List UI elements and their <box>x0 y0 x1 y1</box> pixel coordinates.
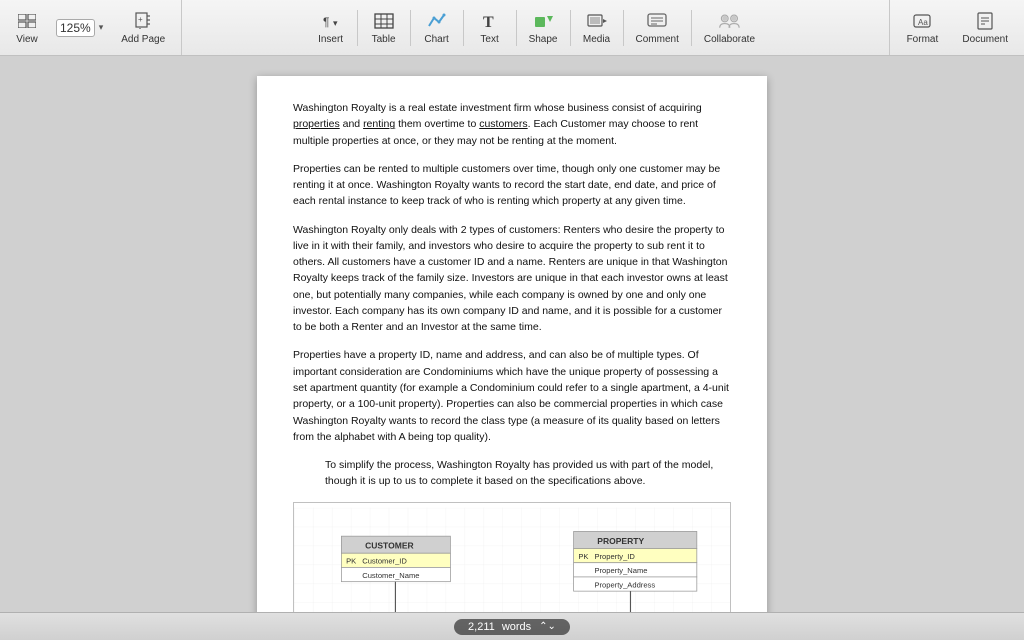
view-label: View <box>16 34 38 45</box>
er-diagram: CUSTOMER PK Customer_ID Customer_Name PR… <box>293 502 731 612</box>
shape-button[interactable]: Shape <box>521 6 566 49</box>
svg-text:+: + <box>138 15 143 24</box>
zoom-value[interactable]: 125% <box>56 19 95 37</box>
sep6 <box>623 10 624 46</box>
add-page-button[interactable]: + Add Page <box>113 6 173 49</box>
document-label: Document <box>962 34 1008 45</box>
paragraph-1: Washington Royalty is a real estate inve… <box>293 100 731 149</box>
property-name-field: Property_Name <box>594 566 647 575</box>
toolbar-right-section: Aa Format Document <box>889 0 1024 55</box>
view-button[interactable]: View <box>8 6 46 49</box>
toolbar: View 125% ▾ + Add Page <box>0 0 1024 56</box>
sep2 <box>410 10 411 46</box>
sep3 <box>463 10 464 46</box>
collaborate-icon <box>718 10 740 32</box>
chart-label: Chart <box>424 34 448 45</box>
sep7 <box>691 10 692 46</box>
customer-table-title: CUSTOMER <box>365 540 414 550</box>
add-page-icon: + <box>132 10 154 32</box>
document-button[interactable]: Document <box>954 6 1016 49</box>
insert-button[interactable]: ¶ ▾ Insert <box>309 6 353 49</box>
paragraph-5: To simplify the process, Washington Roya… <box>293 457 731 490</box>
property-id-field: Property_ID <box>594 551 635 560</box>
document-icon <box>974 10 996 32</box>
comment-icon <box>646 10 668 32</box>
format-button[interactable]: Aa Format <box>898 6 946 49</box>
collaborate-button[interactable]: Collaborate <box>696 6 763 49</box>
insert-icon: ¶ ▾ <box>320 10 342 32</box>
text-icon: T <box>479 10 501 32</box>
svg-text:T: T <box>483 14 494 30</box>
zoom-dropdown-icon[interactable]: ▾ <box>99 22 104 33</box>
sep4 <box>516 10 517 46</box>
view-icon <box>16 10 38 32</box>
customers-link: customers <box>479 118 527 130</box>
page: Washington Royalty is a real estate inve… <box>257 76 767 612</box>
status-bar: 2,211 words ⌃⌄ <box>0 612 1024 640</box>
collaborate-label: Collaborate <box>704 34 755 45</box>
paragraph-4: Properties have a property ID, name and … <box>293 347 731 445</box>
text-button[interactable]: T Text <box>468 6 512 49</box>
properties-link: properties <box>293 118 340 130</box>
table-label: Table <box>372 34 396 45</box>
word-count-value: 2,211 words <box>468 621 531 633</box>
sep5 <box>570 10 571 46</box>
property-pk-label: PK <box>578 551 588 560</box>
chart-icon <box>426 10 448 32</box>
zoom-control[interactable]: 125% ▾ <box>50 19 109 37</box>
property-table-title: PROPERTY <box>597 535 644 545</box>
add-page-label: Add Page <box>121 34 165 45</box>
table-icon <box>373 10 395 32</box>
property-address-field: Property_Address <box>594 580 655 589</box>
customer-id-field: Customer_ID <box>362 556 407 565</box>
media-icon <box>586 10 608 32</box>
chart-button[interactable]: Chart <box>415 6 459 49</box>
word-count-pill: 2,211 words ⌃⌄ <box>454 619 570 635</box>
toolbar-left-section: View 125% ▾ + Add Page <box>0 0 182 55</box>
sep1 <box>357 10 358 46</box>
word-count-label: words <box>502 621 531 633</box>
comment-button[interactable]: Comment <box>628 6 687 49</box>
comment-label: Comment <box>636 34 679 45</box>
paragraph-2: Properties can be rented to multiple cus… <box>293 161 731 210</box>
renting-link: renting <box>363 118 395 130</box>
shape-label: Shape <box>529 34 558 45</box>
paragraph-3: Washington Royalty only deals with 2 typ… <box>293 222 731 336</box>
svg-text:¶: ¶ <box>323 15 329 29</box>
toolbar-center-section: ¶ ▾ Insert Table <box>182 0 889 55</box>
insert-label: Insert <box>318 34 343 45</box>
word-count-chevrons[interactable]: ⌃⌄ <box>539 621 556 632</box>
format-label: Format <box>907 34 939 45</box>
customer-name-field: Customer_Name <box>362 570 419 579</box>
media-button[interactable]: Media <box>575 6 619 49</box>
table-button[interactable]: Table <box>362 6 406 49</box>
media-label: Media <box>583 34 610 45</box>
svg-text:▾: ▾ <box>333 18 338 28</box>
shape-icon <box>532 10 554 32</box>
svg-text:Aa: Aa <box>918 18 928 27</box>
customer-pk-label: PK <box>346 556 356 565</box>
text-label: Text <box>480 34 498 45</box>
er-diagram-svg: CUSTOMER PK Customer_ID Customer_Name PR… <box>294 503 730 612</box>
format-icon: Aa <box>911 10 933 32</box>
word-count-number: 2,211 <box>468 621 495 633</box>
document-area: Washington Royalty is a real estate inve… <box>0 56 1024 612</box>
